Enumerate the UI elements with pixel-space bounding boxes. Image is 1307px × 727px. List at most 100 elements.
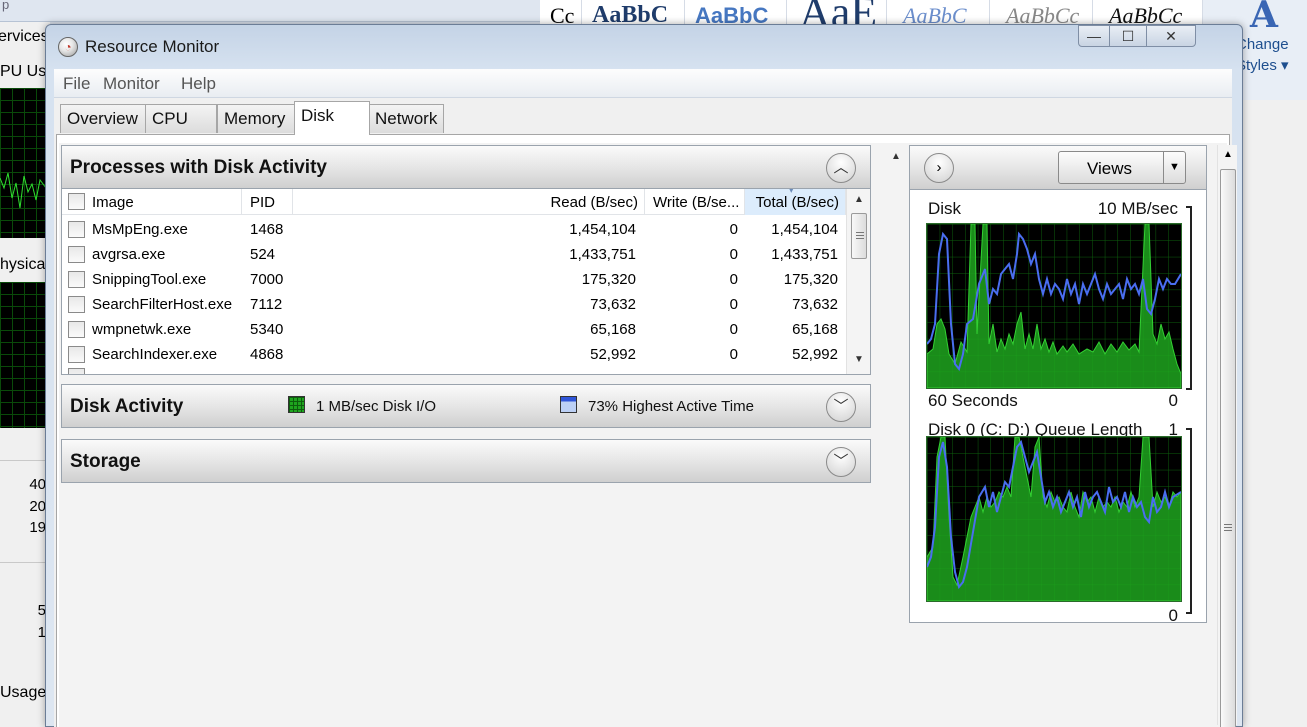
- cell-total: 73,632: [792, 296, 838, 313]
- resource-monitor-app-icon: ◔: [58, 37, 78, 57]
- menu-file[interactable]: File: [63, 74, 90, 94]
- row-checkbox[interactable]: [68, 246, 85, 263]
- disk-activity-title: Disk Activity: [70, 396, 184, 417]
- cell-read: 1,454,104: [569, 221, 636, 238]
- cell-write: 0: [729, 271, 738, 288]
- cell-write: 0: [729, 321, 738, 338]
- change-styles-icon[interactable]: A: [1250, 0, 1278, 36]
- storage-section-header[interactable]: Storage ﹀: [61, 439, 871, 483]
- cell-pid: 1468: [250, 221, 284, 238]
- client-area: Overview CPU Memory Disk Network Process…: [54, 98, 1237, 727]
- collapse-pane-chevron-right-icon[interactable]: ›: [924, 153, 954, 183]
- row-checkbox[interactable]: [68, 346, 85, 363]
- processes-table: Image PID Read (B/sec) Write (B/se... To…: [61, 189, 871, 375]
- bg-physical-label: hysica: [0, 256, 46, 273]
- tab-memory[interactable]: Memory: [217, 104, 295, 133]
- queue-graph-svg: [926, 436, 1182, 602]
- select-all-checkbox[interactable]: [68, 193, 85, 210]
- bg-tab-services: ervices: [0, 28, 49, 45]
- column-header-total[interactable]: Total (B/sec) ▾: [745, 189, 846, 215]
- disk-graph-title: Disk: [928, 199, 962, 218]
- bg-cpu-label: PU Us: [0, 63, 47, 80]
- resource-monitor-window: ◔ Resource Monitor — ☐ ✕ File Monitor He…: [45, 24, 1243, 727]
- table-row[interactable]: SnippingTool.exe 7000 175,320 0 175,320: [62, 267, 846, 292]
- cell-write: 0: [729, 346, 738, 363]
- cell-pid: 4868: [250, 346, 284, 363]
- left-pane-scrollbar[interactable]: ▲: [889, 151, 909, 727]
- tab-overview[interactable]: Overview: [60, 104, 146, 133]
- column-header-write[interactable]: Write (B/se...: [645, 189, 745, 215]
- scroll-up-arrow-icon[interactable]: ▲: [891, 151, 901, 162]
- table-scroll-thumb[interactable]: [851, 213, 867, 259]
- cell-pid: 524: [250, 246, 276, 263]
- cell-pid: 7000: [250, 271, 284, 288]
- table-row[interactable]: avgrsa.exe 524 1,433,751 0 1,433,751: [62, 242, 846, 267]
- cell-read: 65,168: [590, 321, 636, 338]
- cell-read: 73,632: [590, 296, 636, 313]
- window-title: Resource Monitor: [85, 37, 220, 56]
- bg-num: 40: [29, 476, 46, 493]
- table-row[interactable]: wmpnetwk.exe 5340 65,168 0 65,168: [62, 317, 846, 342]
- minimize-button[interactable]: —: [1078, 25, 1110, 47]
- column-header-pid[interactable]: PID: [242, 189, 293, 215]
- bg-num: 20: [29, 498, 46, 515]
- table-row[interactable]: MsMpEng.exe 1468 1,454,104 0 1,454,104: [62, 217, 846, 242]
- storage-title: Storage: [70, 451, 141, 472]
- dropdown-arrow-icon[interactable]: ▼: [1163, 152, 1185, 183]
- maximize-button[interactable]: ☐: [1109, 25, 1147, 47]
- row-checkbox[interactable]: [68, 296, 85, 313]
- disk-graph-duration: 60 Seconds: [928, 391, 1018, 410]
- processes-section-header[interactable]: Processes with Disk Activity ︿: [61, 145, 871, 189]
- close-button[interactable]: ✕: [1146, 25, 1196, 47]
- background-task-manager: ervices PU Us hysica 40 20 19 5 1 Usage: [0, 0, 50, 727]
- table-row[interactable]: SearchFilterHost.exe 7112 73,632 0 73,63…: [62, 292, 846, 317]
- cell-image: wmpnetwk.exe: [92, 321, 192, 338]
- graph-pane-scroll-thumb[interactable]: [1220, 169, 1236, 727]
- row-checkbox[interactable]: [68, 321, 85, 338]
- cell-image: MsMpEng.exe: [92, 221, 188, 238]
- change-styles-button[interactable]: Change Styles ▾: [1236, 34, 1289, 76]
- expand-chevron-down-icon[interactable]: ﹀: [826, 392, 856, 422]
- bg-num: 19: [29, 519, 46, 536]
- menu-monitor[interactable]: Monitor: [103, 74, 160, 94]
- graph-pane-scrollbar[interactable]: ▲: [1217, 145, 1237, 727]
- active-time-legend-text: 73% Highest Active Time: [588, 398, 754, 415]
- scroll-down-arrow-icon[interactable]: ▼: [847, 351, 870, 368]
- graph-pane: › Views ▼ Disk 10 MB/sec 60 Seconds 0 Di…: [909, 145, 1207, 625]
- menu-help[interactable]: Help: [181, 74, 216, 94]
- scroll-up-arrow-icon[interactable]: ▲: [1223, 149, 1233, 160]
- scroll-up-arrow-icon[interactable]: ▲: [847, 191, 870, 208]
- bg-cpu-graph: [0, 88, 47, 238]
- disk-tab-content: Processes with Disk Activity ︿ Image PID…: [59, 143, 1237, 727]
- row-checkbox[interactable]: [68, 368, 85, 374]
- cell-image: SearchFilterHost.exe: [92, 296, 233, 313]
- table-header-row: Image PID Read (B/sec) Write (B/se... To…: [62, 189, 846, 215]
- table-row-partial[interactable]: [62, 368, 846, 374]
- row-checkbox[interactable]: [68, 271, 85, 288]
- tab-network[interactable]: Network: [368, 104, 444, 133]
- title-bar[interactable]: ◔ Resource Monitor — ☐ ✕: [46, 25, 1242, 67]
- graph-pane-header: › Views ▼: [910, 146, 1206, 190]
- cell-total: 52,992: [792, 346, 838, 363]
- cell-read: 1,433,751: [569, 246, 636, 263]
- row-checkbox[interactable]: [68, 221, 85, 238]
- table-row[interactable]: SearchIndexer.exe 4868 52,992 0 52,992: [62, 342, 846, 367]
- views-dropdown-button[interactable]: Views ▼: [1058, 151, 1186, 184]
- tab-cpu[interactable]: CPU: [145, 104, 217, 133]
- collapse-chevron-up-icon[interactable]: ︿: [826, 153, 856, 183]
- sort-descending-icon: ▾: [789, 189, 794, 195]
- expand-chevron-down-icon[interactable]: ﹀: [826, 447, 856, 477]
- tab-disk[interactable]: Disk: [294, 101, 370, 135]
- disk-graph: [926, 223, 1182, 389]
- cell-image: avgrsa.exe: [92, 246, 166, 263]
- disk-activity-section-header[interactable]: Disk Activity 1 MB/sec Disk I/O 73% High…: [61, 384, 871, 428]
- cell-total: 65,168: [792, 321, 838, 338]
- cell-pid: 7112: [250, 296, 283, 313]
- disk-graph-svg: [926, 223, 1182, 389]
- column-header-image[interactable]: Image: [62, 189, 242, 215]
- cell-image: SnippingTool.exe: [92, 271, 207, 288]
- table-scrollbar[interactable]: ▲ ▼: [846, 189, 870, 374]
- active-time-legend-swatch: [560, 396, 577, 413]
- disk-io-legend-swatch: [288, 396, 305, 413]
- column-header-read[interactable]: Read (B/sec): [293, 189, 645, 215]
